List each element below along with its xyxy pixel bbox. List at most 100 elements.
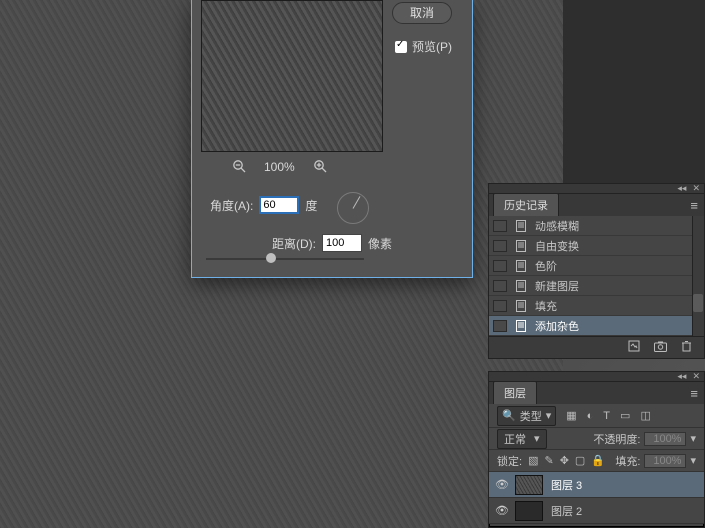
layer-kind-select[interactable]: 🔍 类型 ▾ (497, 406, 556, 426)
tab-history[interactable]: 历史记录 (493, 193, 559, 216)
preview-checkbox[interactable] (395, 41, 407, 53)
search-icon: 🔍 (502, 409, 516, 422)
distance-input[interactable] (322, 234, 362, 252)
history-flyout-icon[interactable]: ≡ (690, 198, 698, 213)
history-scrollbar[interactable] (692, 216, 704, 336)
history-tabs: 历史记录 (489, 194, 704, 216)
layer-kind-label: 类型 (520, 408, 542, 424)
distance-slider-thumb[interactable] (266, 253, 276, 263)
distance-row: 距离(D): 像素 (272, 234, 392, 252)
visibility-icon[interactable]: 👁 (495, 504, 507, 517)
angle-wheel[interactable] (337, 192, 369, 224)
history-item[interactable]: 新建图层 (489, 276, 704, 296)
close-icon[interactable]: ✕ (692, 372, 700, 381)
layer-name[interactable]: 图层 2 (551, 503, 582, 519)
chevron-down-icon[interactable]: ▾ (690, 454, 696, 467)
distance-slider[interactable] (206, 258, 364, 260)
distance-label: 距离(D): (272, 235, 316, 252)
document-icon (515, 300, 527, 312)
cancel-button[interactable]: 取消 (392, 2, 452, 24)
history-item[interactable]: 色阶 (489, 256, 704, 276)
history-list: 动感模糊 自由变换 色阶 新建图层 填充 添加杂色 (489, 216, 704, 336)
preview-checkbox-row[interactable]: 预览(P) (395, 38, 452, 55)
document-icon (515, 260, 527, 272)
layers-tabs: 图层 (489, 382, 704, 404)
filter-adjust-icon[interactable]: ◐ (587, 410, 594, 422)
collapse-icon[interactable]: ◂◂ (677, 184, 686, 193)
filter-type-icon[interactable]: T (603, 410, 610, 422)
document-icon (515, 280, 527, 292)
create-document-icon[interactable] (628, 340, 640, 355)
history-item-label: 新建图层 (535, 278, 579, 294)
history-state-box[interactable] (493, 280, 507, 292)
layers-flyout-icon[interactable]: ≡ (690, 386, 698, 401)
history-panel: ◂◂ ✕ 历史记录 ≡ 动感模糊 自由变换 色阶 新建图层 填充 (488, 183, 705, 359)
history-item-label: 色阶 (535, 258, 557, 274)
history-state-box[interactable] (493, 220, 507, 232)
layers-panel: ◂◂ ✕ 图层 ≡ 🔍 类型 ▾ ▦ ◐ T ▭ ◫ 正常 ▾ 不透明度: 10 (488, 371, 705, 528)
angle-row: 角度(A): 度 (210, 196, 317, 214)
angle-input[interactable] (259, 196, 299, 214)
fill-label: 填充: (615, 453, 640, 469)
zoom-percentage: 100% (264, 160, 295, 174)
filter-pixel-icon[interactable]: ▦ (566, 409, 576, 422)
chevron-down-icon[interactable]: ▾ (690, 432, 696, 445)
blend-mode-label: 正常 (504, 431, 526, 447)
document-icon (515, 240, 527, 252)
document-icon (515, 220, 527, 232)
history-item[interactable]: 自由变换 (489, 236, 704, 256)
filter-preview-thumbnail[interactable] (201, 0, 383, 152)
layer-name[interactable]: 图层 3 (551, 477, 582, 493)
layer-item[interactable]: 👁 图层 2 (489, 498, 704, 524)
history-footer (489, 336, 704, 358)
lock-position-icon[interactable]: ✥ (560, 454, 569, 467)
snapshot-icon[interactable] (654, 341, 667, 355)
layer-item[interactable]: 👁 图层 3 (489, 472, 704, 498)
tab-layers[interactable]: 图层 (493, 381, 537, 404)
zoom-in-icon[interactable] (313, 159, 327, 176)
trash-icon[interactable] (681, 340, 692, 355)
layers-blend-row: 正常 ▾ 不透明度: 100% ▾ (489, 428, 704, 450)
history-state-box[interactable] (493, 240, 507, 252)
layers-lock-row: 锁定: ▧ ✎ ✥ ▢ 🔒 填充: 100% ▾ (489, 450, 704, 472)
visibility-icon[interactable]: 👁 (495, 478, 507, 491)
history-item[interactable]: 动感模糊 (489, 216, 704, 236)
lock-all-icon[interactable]: 🔒 (591, 454, 605, 467)
angle-unit: 度 (305, 197, 317, 214)
history-item-label: 自由变换 (535, 238, 579, 254)
lock-artboard-icon[interactable]: ▢ (575, 454, 585, 467)
filter-smart-icon[interactable]: ◫ (640, 409, 650, 422)
layer-thumbnail[interactable] (515, 475, 543, 495)
distance-unit: 像素 (368, 235, 392, 252)
lock-transparent-icon[interactable]: ▧ (528, 454, 538, 467)
history-item[interactable]: 填充 (489, 296, 704, 316)
layers-filter-row: 🔍 类型 ▾ ▦ ◐ T ▭ ◫ (489, 404, 704, 428)
history-item[interactable]: 添加杂色 (489, 316, 704, 336)
chevron-down-icon: ▾ (546, 409, 552, 422)
preview-label: 预览(P) (412, 38, 452, 55)
layers-collapse-bar: ◂◂ ✕ (489, 372, 704, 382)
chevron-down-icon: ▾ (534, 432, 540, 445)
lock-label: 锁定: (497, 453, 522, 469)
collapse-icon[interactable]: ◂◂ (677, 372, 686, 381)
layer-thumbnail[interactable] (515, 501, 543, 521)
zoom-controls: 100% (232, 157, 392, 177)
opacity-value[interactable]: 100% (644, 432, 686, 446)
opacity-label: 不透明度: (593, 431, 640, 447)
history-state-box[interactable] (493, 320, 507, 332)
zoom-out-icon[interactable] (232, 159, 246, 176)
history-state-box[interactable] (493, 260, 507, 272)
close-icon[interactable]: ✕ (692, 184, 700, 193)
filter-shape-icon[interactable]: ▭ (620, 409, 630, 422)
lock-paint-icon[interactable]: ✎ (544, 454, 553, 467)
fill-value[interactable]: 100% (644, 454, 686, 468)
scrollbar-thumb[interactable] (693, 294, 703, 312)
history-collapse-bar: ◂◂ ✕ (489, 184, 704, 194)
history-state-box[interactable] (493, 300, 507, 312)
blend-mode-select[interactable]: 正常 ▾ (497, 429, 547, 449)
history-item-label: 动感模糊 (535, 218, 579, 234)
angle-label: 角度(A): (210, 197, 253, 214)
motion-blur-dialog: 取消 预览(P) 100% 角度(A): 度 距离(D): 像素 (191, 0, 473, 278)
app-dark-area (563, 0, 705, 183)
document-icon (515, 320, 527, 332)
